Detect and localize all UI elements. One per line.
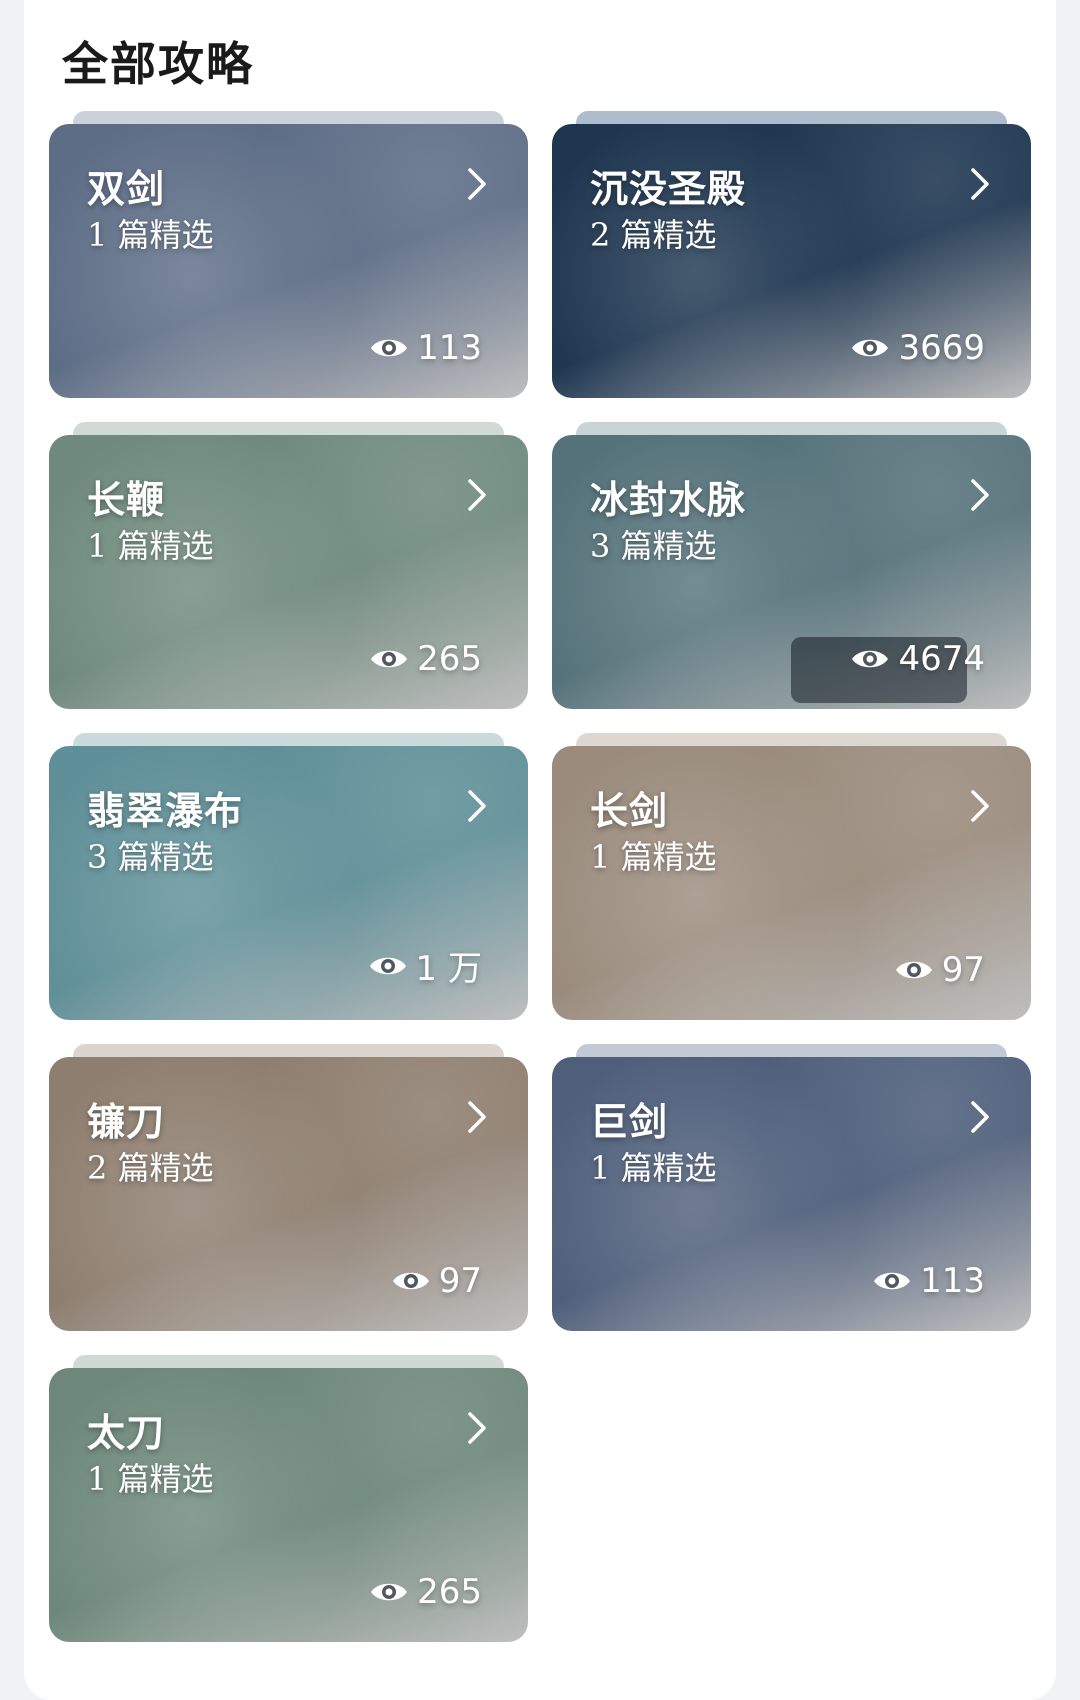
card-title: 长剑 bbox=[590, 788, 669, 833]
view-count-value: 113 bbox=[920, 1261, 985, 1301]
card-guide-count: 3 篇精选 bbox=[590, 527, 717, 565]
guide-card[interactable]: 沉没圣殿 2 篇精选 3669 bbox=[552, 124, 1031, 398]
card-title: 冰封水脉 bbox=[590, 477, 747, 522]
guide-card-wrapper: 镰刀 2 篇精选 97 bbox=[49, 1044, 528, 1331]
guide-card[interactable]: 翡翠瀑布 3 篇精选 1 万 bbox=[49, 746, 528, 1020]
eye-icon bbox=[852, 650, 889, 668]
guide-card[interactable]: 冰封水脉 3 篇精选 4674 bbox=[552, 435, 1031, 709]
card-guide-count: 1 篇精选 bbox=[590, 1149, 717, 1187]
card-guide-count: 2 篇精选 bbox=[590, 216, 717, 254]
card-title: 双剑 bbox=[87, 166, 166, 211]
card-title: 长鞭 bbox=[87, 477, 166, 522]
card-title: 巨剑 bbox=[590, 1099, 669, 1144]
view-count: 113 bbox=[872, 1261, 985, 1301]
view-count: 265 bbox=[369, 1572, 482, 1612]
view-count-value: 265 bbox=[417, 639, 482, 679]
view-count: 1 万 bbox=[368, 941, 482, 990]
card-guide-count: 1 篇精选 bbox=[87, 527, 214, 565]
card-title: 翡翠瀑布 bbox=[87, 788, 244, 833]
guide-card[interactable]: 双剑 1 篇精选 113 bbox=[49, 124, 528, 398]
eye-icon bbox=[371, 650, 408, 668]
guide-card[interactable]: 太刀 1 篇精选 265 bbox=[49, 1368, 528, 1642]
chevron-right-icon bbox=[468, 1101, 486, 1133]
eye-icon bbox=[895, 961, 932, 979]
eye-icon bbox=[371, 1583, 408, 1601]
guide-card-wrapper: 太刀 1 篇精选 265 bbox=[49, 1355, 528, 1642]
view-count-value: 4674 bbox=[898, 639, 985, 679]
card-title: 沉没圣殿 bbox=[590, 166, 747, 211]
card-title: 太刀 bbox=[87, 1410, 166, 1455]
eye-icon bbox=[852, 339, 889, 357]
view-count-value: 97 bbox=[941, 950, 985, 990]
chevron-right-icon bbox=[971, 1101, 989, 1133]
view-count: 113 bbox=[369, 328, 482, 368]
guide-card-wrapper: 冰封水脉 3 篇精选 4674 bbox=[552, 422, 1031, 709]
view-count: 97 bbox=[391, 1261, 482, 1301]
guide-card-wrapper: 长鞭 1 篇精选 265 bbox=[49, 422, 528, 709]
eye-icon bbox=[874, 1272, 911, 1290]
view-count-value: 113 bbox=[417, 328, 482, 368]
guide-card-wrapper: 沉没圣殿 2 篇精选 3669 bbox=[552, 111, 1031, 398]
section-title: 全部攻略 bbox=[62, 37, 254, 91]
guide-card-wrapper: 翡翠瀑布 3 篇精选 1 万 bbox=[49, 733, 528, 1020]
chevron-right-icon bbox=[468, 479, 486, 511]
card-guide-count: 1 篇精选 bbox=[590, 838, 717, 876]
view-count: 97 bbox=[894, 950, 985, 990]
view-count-value: 3669 bbox=[898, 328, 985, 368]
chevron-right-icon bbox=[971, 168, 989, 200]
card-guide-count: 2 篇精选 bbox=[87, 1149, 214, 1187]
guide-card-wrapper: 双剑 1 篇精选 113 bbox=[49, 111, 528, 398]
view-count-value: 1 万 bbox=[415, 949, 482, 989]
view-count: 4674 bbox=[850, 639, 985, 679]
guide-card[interactable]: 巨剑 1 篇精选 113 bbox=[552, 1057, 1031, 1331]
chevron-right-icon bbox=[971, 479, 989, 511]
view-count-value: 97 bbox=[438, 1261, 482, 1301]
view-count: 3669 bbox=[850, 328, 985, 368]
chevron-right-icon bbox=[468, 1412, 486, 1444]
guide-card[interactable]: 长鞭 1 篇精选 265 bbox=[49, 435, 528, 709]
guide-card[interactable]: 镰刀 2 篇精选 97 bbox=[49, 1057, 528, 1331]
eye-icon bbox=[369, 957, 406, 974]
eye-icon bbox=[371, 339, 408, 357]
card-guide-count: 1 篇精选 bbox=[87, 216, 214, 254]
view-count: 265 bbox=[369, 639, 482, 679]
guide-card-wrapper: 长剑 1 篇精选 97 bbox=[552, 733, 1031, 1020]
chevron-right-icon bbox=[468, 168, 486, 200]
chevron-right-icon bbox=[468, 790, 486, 822]
card-guide-count: 1 篇精选 bbox=[87, 1460, 214, 1498]
guide-card-wrapper: 巨剑 1 篇精选 113 bbox=[552, 1044, 1031, 1331]
guide-grid: 双剑 1 篇精选 113 沉没圣殿 2 篇精选 3669 长鞭 1 篇精选 26… bbox=[49, 111, 1031, 1642]
guide-card[interactable]: 长剑 1 篇精选 97 bbox=[552, 746, 1031, 1020]
card-title: 镰刀 bbox=[87, 1099, 166, 1144]
eye-icon bbox=[392, 1272, 429, 1290]
card-guide-count: 3 篇精选 bbox=[87, 838, 214, 876]
view-count-value: 265 bbox=[417, 1572, 482, 1612]
chevron-right-icon bbox=[971, 790, 989, 822]
